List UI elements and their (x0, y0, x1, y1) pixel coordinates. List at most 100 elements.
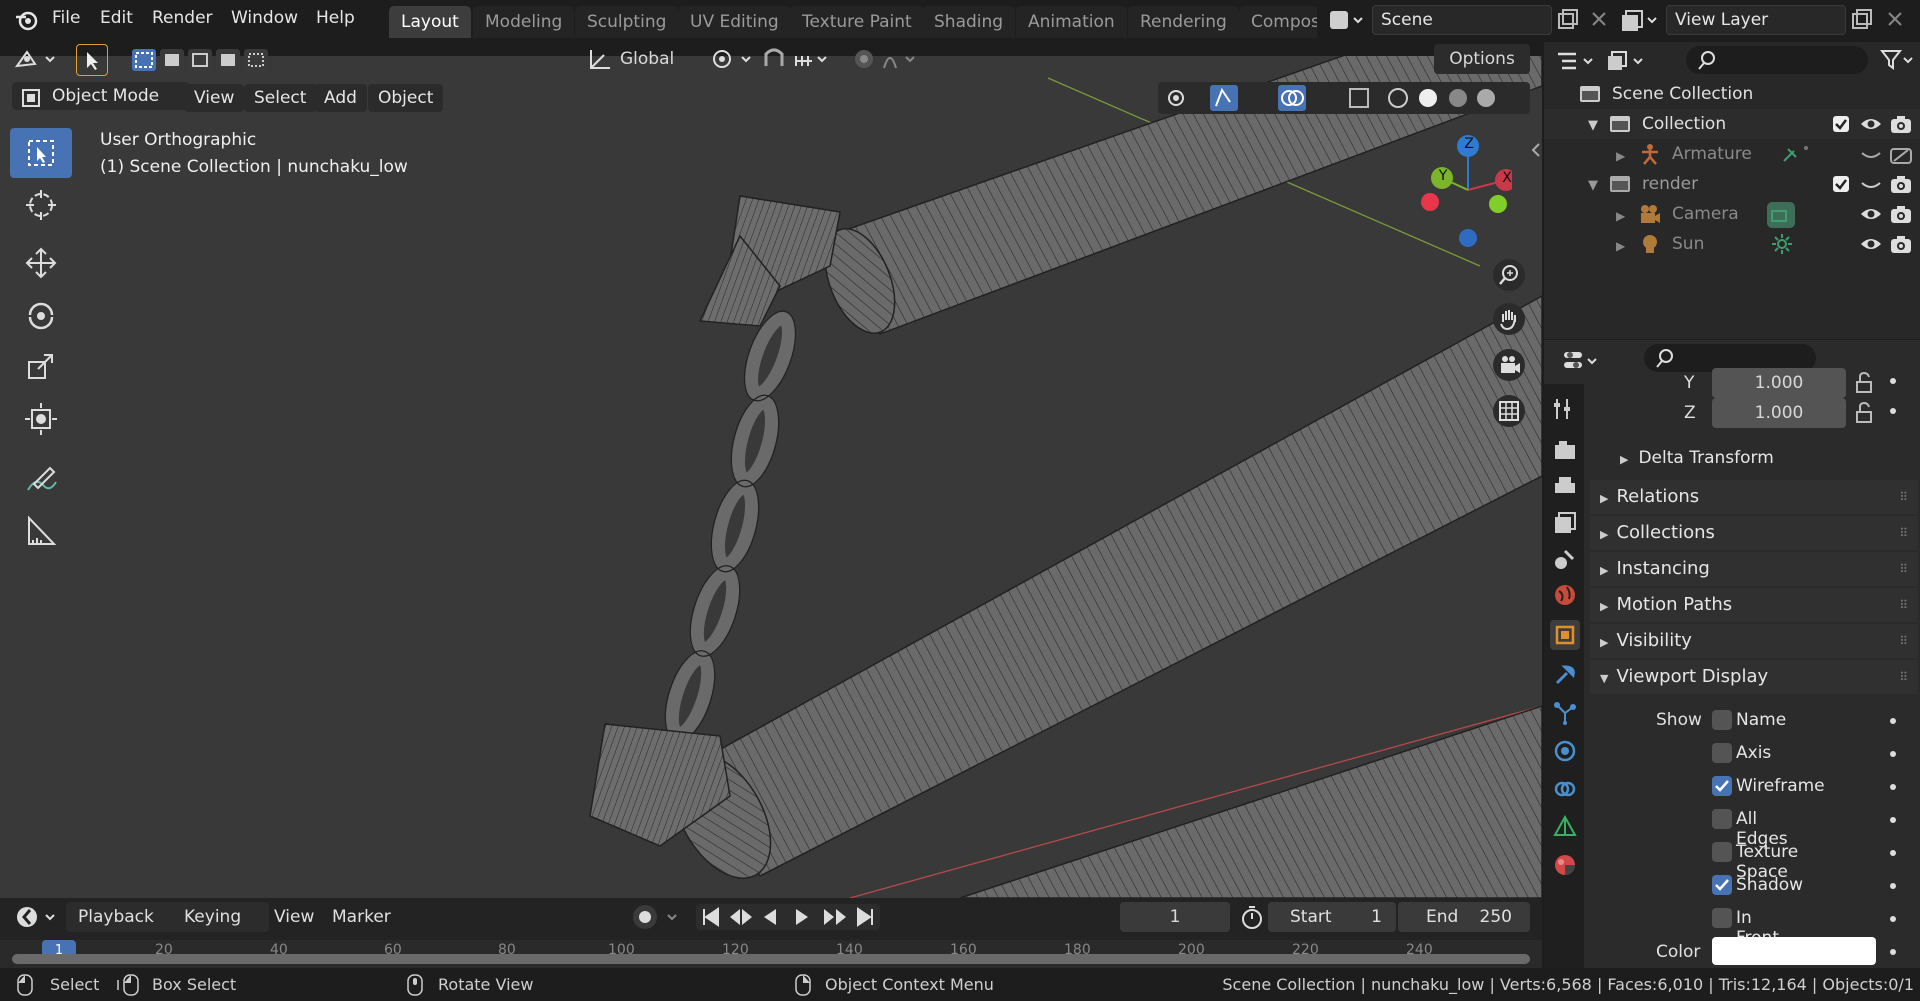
outliner-editor-icon[interactable] (1554, 48, 1598, 74)
drag-handle-icon[interactable]: ⠿ (1899, 480, 1908, 514)
constraints-tab[interactable] (1550, 774, 1580, 804)
menu-render[interactable]: Render (152, 8, 213, 28)
delete-scene-icon[interactable] (1588, 8, 1610, 30)
eye-icon[interactable] (1860, 115, 1882, 133)
camera-render-icon[interactable] (1890, 114, 1912, 134)
scale-y-field[interactable]: 1.000 (1712, 368, 1846, 398)
output-tab[interactable] (1550, 472, 1580, 502)
move-tool[interactable] (10, 238, 72, 288)
color-swatch[interactable] (1712, 937, 1876, 965)
eye-icon[interactable] (1860, 205, 1882, 223)
drag-handle-icon[interactable]: ⠿ (1899, 552, 1908, 586)
keyframe-dot-icon[interactable] (1890, 850, 1896, 856)
outliner-row-render[interactable]: ▼ render (1544, 169, 1920, 199)
stopwatch-icon[interactable] (1240, 904, 1264, 930)
sidebar-toggle-icon[interactable] (1530, 142, 1542, 158)
blender-logo-icon[interactable] (14, 8, 40, 32)
playback-controls[interactable] (696, 904, 880, 930)
outliner-row-collection[interactable]: ▼ Collection (1544, 109, 1920, 139)
view-layer-icon[interactable] (1622, 8, 1658, 32)
delete-view-layer-icon[interactable] (1884, 8, 1906, 30)
annotate-tool[interactable] (10, 454, 72, 504)
keyframe-dot-icon[interactable] (1890, 378, 1896, 384)
keyframe-dot-icon[interactable] (1890, 817, 1896, 823)
pivot-point-icon[interactable] (710, 46, 758, 72)
expand-arrow-icon[interactable]: ▼ (1588, 111, 1598, 141)
menu-file[interactable]: File (52, 8, 80, 28)
scene-selector-icon[interactable] (1328, 8, 1364, 32)
end-frame-field[interactable]: End 250 (1398, 902, 1530, 932)
expand-arrow-icon[interactable]: ▶ (1616, 201, 1625, 231)
expand-arrow-icon[interactable]: ▼ (1588, 171, 1598, 201)
start-frame-field[interactable]: Start 1 (1268, 902, 1396, 932)
eye-icon[interactable] (1860, 235, 1882, 253)
3d-viewport[interactable] (0, 56, 1542, 898)
camera-render-icon[interactable] (1890, 234, 1912, 254)
proportional-edit-icon[interactable] (852, 46, 922, 72)
auto-keying-icon[interactable] (628, 904, 688, 930)
panel-collections[interactable]: ▶ Collections ⠿ (1590, 516, 1918, 550)
keyframe-dot-icon[interactable] (1890, 883, 1896, 889)
tab-uv-editing[interactable]: UV Editing (678, 6, 791, 38)
panel-instancing[interactable]: ▶ Instancing ⠿ (1590, 552, 1918, 586)
pan-view-icon[interactable] (1492, 302, 1526, 336)
menu-window[interactable]: Window (231, 8, 298, 28)
timeline-ruler[interactable]: 1 20 40 60 80 100 120 140 160 180 200 22… (0, 940, 1542, 968)
checkbox-box[interactable] (1712, 710, 1732, 730)
checkbox-box[interactable] (1712, 743, 1732, 763)
timeline-menu-playback[interactable]: Playback (66, 902, 182, 932)
eye-closed-icon[interactable] (1860, 175, 1882, 193)
viewport-menu-select[interactable]: Select (244, 84, 317, 112)
tab-shading[interactable]: Shading (922, 6, 1016, 38)
scene-tab[interactable] (1550, 544, 1580, 574)
scale-tool[interactable] (10, 342, 72, 392)
outliner-row-camera[interactable]: ▶ Camera (1544, 199, 1920, 229)
keyframe-dot-icon[interactable] (1890, 751, 1896, 757)
data-tab[interactable] (1550, 812, 1580, 842)
delta-transform-subpanel[interactable]: ▶ Delta Transform (1620, 448, 1774, 468)
tab-sculpting[interactable]: Sculpting (575, 6, 679, 38)
outliner-row-armature[interactable]: ▶ Armature (1544, 139, 1920, 169)
viewport-menu-add[interactable]: Add (314, 84, 367, 112)
select-box-tool[interactable] (10, 128, 72, 178)
timeline-editor-icon[interactable] (14, 904, 60, 930)
scale-z-field[interactable]: 1.000 (1712, 398, 1846, 428)
lock-open-icon[interactable] (1854, 402, 1876, 424)
timeline-menu-view[interactable]: View (264, 902, 324, 932)
viewport-menu-object[interactable]: Object (368, 84, 444, 112)
panel-visibility[interactable]: ▶ Visibility ⠿ (1590, 624, 1918, 658)
panel-motion-paths[interactable]: ▶ Motion Paths ⠿ (1590, 588, 1918, 622)
snap-icon[interactable] (762, 46, 832, 72)
select-tool-icon[interactable] (76, 44, 108, 76)
modifier-tab[interactable] (1550, 660, 1580, 690)
physics-tab[interactable] (1550, 736, 1580, 766)
material-tab[interactable] (1550, 850, 1580, 880)
tab-animation[interactable]: Animation (1016, 6, 1127, 38)
expand-arrow-icon[interactable]: ▶ (1616, 141, 1625, 171)
eye-closed-icon[interactable] (1860, 145, 1882, 163)
editor-type-icon[interactable] (14, 46, 60, 72)
transform-tool[interactable] (10, 394, 72, 444)
transform-orientation-dropdown[interactable]: Global (612, 44, 700, 74)
tab-layout[interactable]: Layout (389, 6, 471, 38)
expand-arrow-icon[interactable]: ▶ (1616, 231, 1625, 261)
panel-viewport-display[interactable]: ▼ Viewport Display ⠿ (1590, 660, 1918, 694)
menu-help[interactable]: Help (316, 8, 355, 28)
rotate-tool[interactable] (10, 290, 72, 340)
camera-render-disabled-icon[interactable] (1890, 144, 1912, 164)
keyframe-dot-icon[interactable] (1890, 718, 1896, 724)
keyframe-dot-icon[interactable] (1890, 784, 1896, 790)
checkbox-box[interactable] (1712, 842, 1732, 862)
current-frame-field[interactable]: 1 (1120, 902, 1230, 932)
options-dropdown[interactable]: Options (1434, 44, 1530, 74)
keyframe-dot-icon[interactable] (1890, 916, 1896, 922)
viewport-menu-view[interactable]: View (184, 84, 245, 112)
exclude-checkbox-icon[interactable] (1832, 115, 1850, 133)
menu-edit[interactable]: Edit (100, 8, 133, 28)
timeline-menu-keying[interactable]: Keying (174, 902, 270, 932)
viewport-shading-toolbar[interactable] (1158, 82, 1530, 114)
panel-relations[interactable]: ▶ Relations ⠿ (1590, 480, 1918, 514)
particles-tab[interactable] (1550, 698, 1580, 728)
measure-tool[interactable] (10, 506, 72, 556)
timeline-menu-marker[interactable]: Marker (322, 902, 401, 932)
